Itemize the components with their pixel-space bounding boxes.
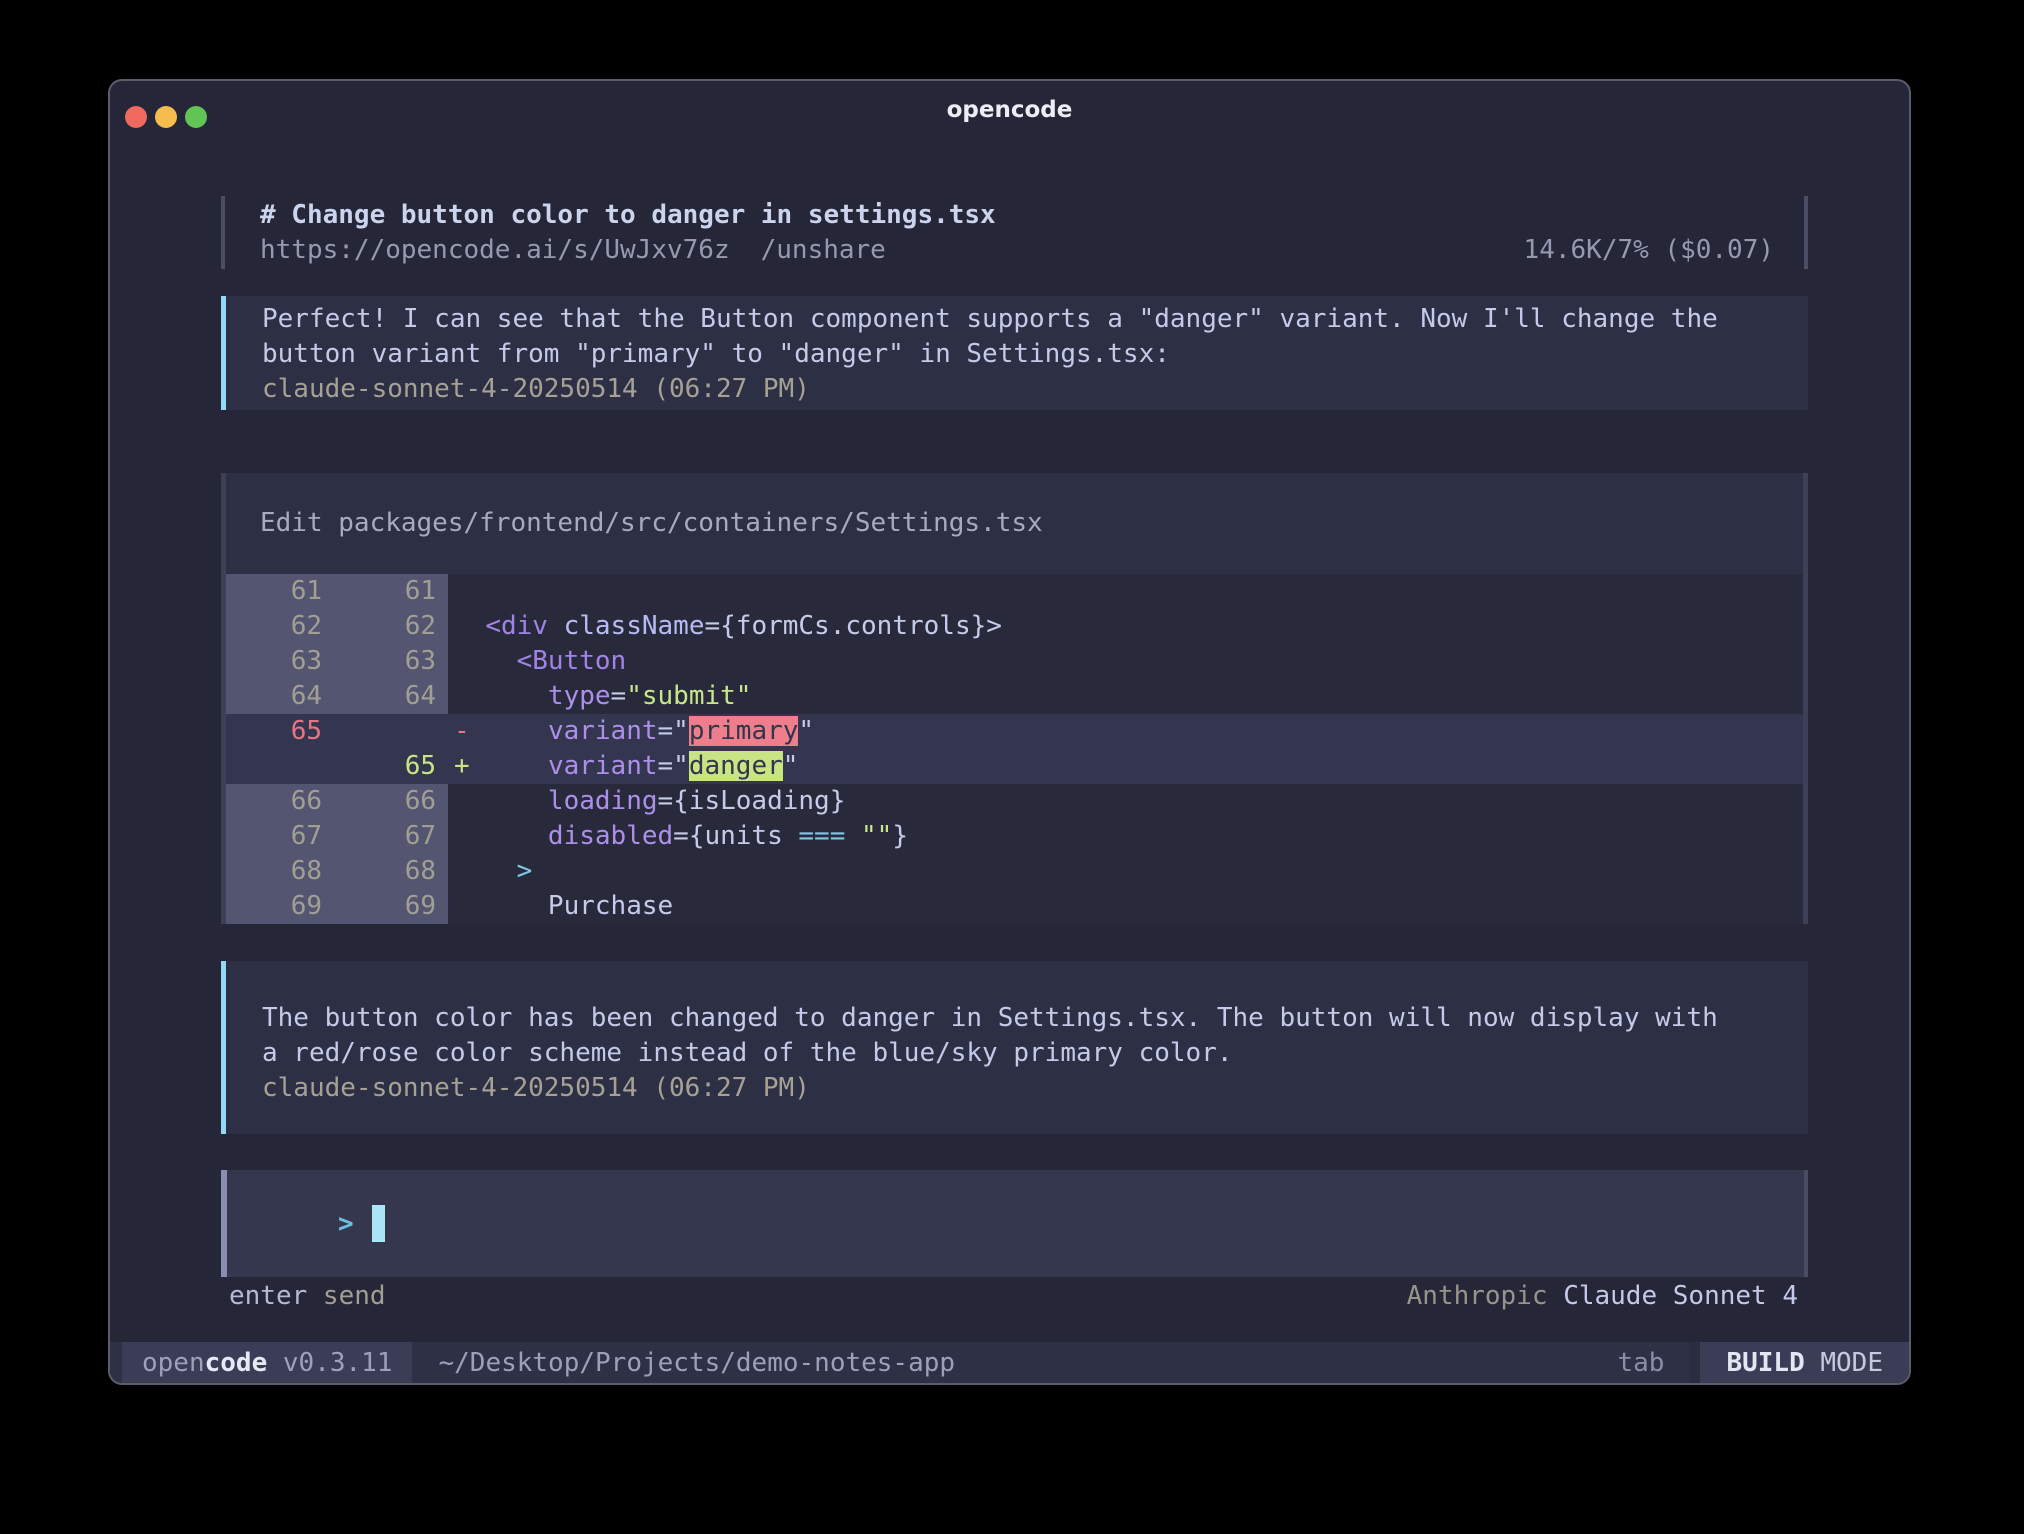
prompt-input[interactable]: > [221,1170,1808,1277]
line-number-new: 67 [334,819,448,854]
app-name-open: open [142,1348,205,1378]
share-url-link[interactable]: https://opencode.ai/s/UwJxv76z [260,233,730,268]
diff-code-line: Purchase [448,889,1803,924]
line-number-new: 62 [334,609,448,644]
line-number-old: 63 [226,644,334,679]
titlebar: opencode [110,81,1909,143]
line-number-old: 67 [226,819,334,854]
line-number-new: 68 [334,854,448,889]
diff-row: 6262 <div className={formCs.controls}> [226,609,1803,644]
line-number-new: 63 [334,644,448,679]
line-number-new: 69 [334,889,448,924]
line-number-old: 65 [226,714,334,749]
footer-hints: enter send Anthropic Claude Sonnet 4 [221,1279,1808,1314]
edit-tool-block: Edit packages/frontend/src/containers/Se… [221,473,1808,924]
app-version-badge: opencode v0.3.11 [122,1342,412,1383]
app-version: v0.3.11 [267,1348,392,1378]
line-number-old: 62 [226,609,334,644]
mode-toggle-badge[interactable]: BUILD MODE [1690,1342,1909,1383]
diff-code-line: > [448,854,1803,889]
diff-view: 61616262 <div className={formCs.controls… [226,574,1803,924]
session-title: # Change button color to danger in setti… [260,198,1774,233]
message-text: The button color has been changed to dan… [262,1001,1808,1036]
line-number-new: 61 [334,574,448,609]
diff-row: 6363 <Button [226,644,1803,679]
diff-code-line: <div className={formCs.controls}> [448,609,1803,644]
send-action-hint: send [307,1279,385,1314]
diff-row: 6969 Purchase [226,889,1803,924]
enter-key-hint: enter [229,1279,307,1314]
diff-code-line [448,574,1803,609]
mode-mode-label: MODE [1820,1348,1883,1378]
diff-code-line: type="submit" [448,679,1803,714]
token-cost-stats: 14.6K/7% ($0.07) [1524,233,1774,268]
session-subline: https://opencode.ai/s/UwJxv76z /unshare … [260,233,1774,268]
assistant-message-1: Perfect! I can see that the Button compo… [221,296,1808,410]
line-number-old: 69 [226,889,334,924]
line-number-new [334,714,448,749]
prompt-symbol: > [338,1209,354,1239]
diff-code-line: loading={isLoading} [448,784,1803,819]
diff-code-line: disabled={units === ""} [448,819,1803,854]
mode-build-label: BUILD [1726,1348,1820,1378]
app-name-code: code [205,1348,268,1378]
diff-row: 65 - variant="primary" [226,714,1803,749]
diff-row: 6868 > [226,854,1803,889]
status-bar-right: tab BUILD MODE [1617,1342,1909,1383]
working-directory: ~/Desktop/Projects/demo-notes-app [438,1342,955,1383]
window-title: opencode [110,97,1909,123]
edit-tool-title: Edit packages/frontend/src/containers/Se… [226,506,1803,541]
diff-row: 6464 type="submit" [226,679,1803,714]
line-number-old: 61 [226,574,334,609]
assistant-message-2: The button color has been changed to dan… [221,961,1808,1134]
message-text: button variant from "primary" to "danger… [262,337,1808,372]
diff-row: 6161 [226,574,1803,609]
unshare-command[interactable]: /unshare [761,233,886,268]
diff-row: 65+ variant="danger" [226,749,1803,784]
session-header: # Change button color to danger in setti… [221,196,1808,269]
model-name: Claude Sonnet 4 [1563,1281,1798,1311]
diff-code-line: - variant="primary" [448,714,1803,749]
diff-row: 6666 loading={isLoading} [226,784,1803,819]
message-text: a red/rose color scheme instead of the b… [262,1036,1808,1071]
line-number-old: 68 [226,854,334,889]
status-bar: opencode v0.3.11 ~/Desktop/Projects/demo… [110,1342,1909,1383]
diff-code-line: + variant="danger" [448,749,1803,784]
text-cursor [372,1205,385,1242]
line-number-old: 66 [226,784,334,819]
message-model-meta: claude-sonnet-4-20250514 (06:27 PM) [262,372,1808,407]
line-number-new: 66 [334,784,448,819]
line-number-new: 65 [334,749,448,784]
diff-row: 6767 disabled={units === ""} [226,819,1803,854]
line-number-old [226,749,334,784]
message-text: Perfect! I can see that the Button compo… [262,302,1808,337]
message-model-meta: claude-sonnet-4-20250514 (06:27 PM) [262,1071,1808,1106]
model-provider: Anthropic [1407,1281,1564,1311]
model-indicator: Anthropic Claude Sonnet 4 [1407,1279,1798,1314]
diff-code-line: <Button [448,644,1803,679]
line-number-new: 64 [334,679,448,714]
tab-key-hint: tab [1617,1342,1690,1383]
line-number-old: 64 [226,679,334,714]
opencode-terminal-window: opencode # Change button color to danger… [108,79,1911,1385]
